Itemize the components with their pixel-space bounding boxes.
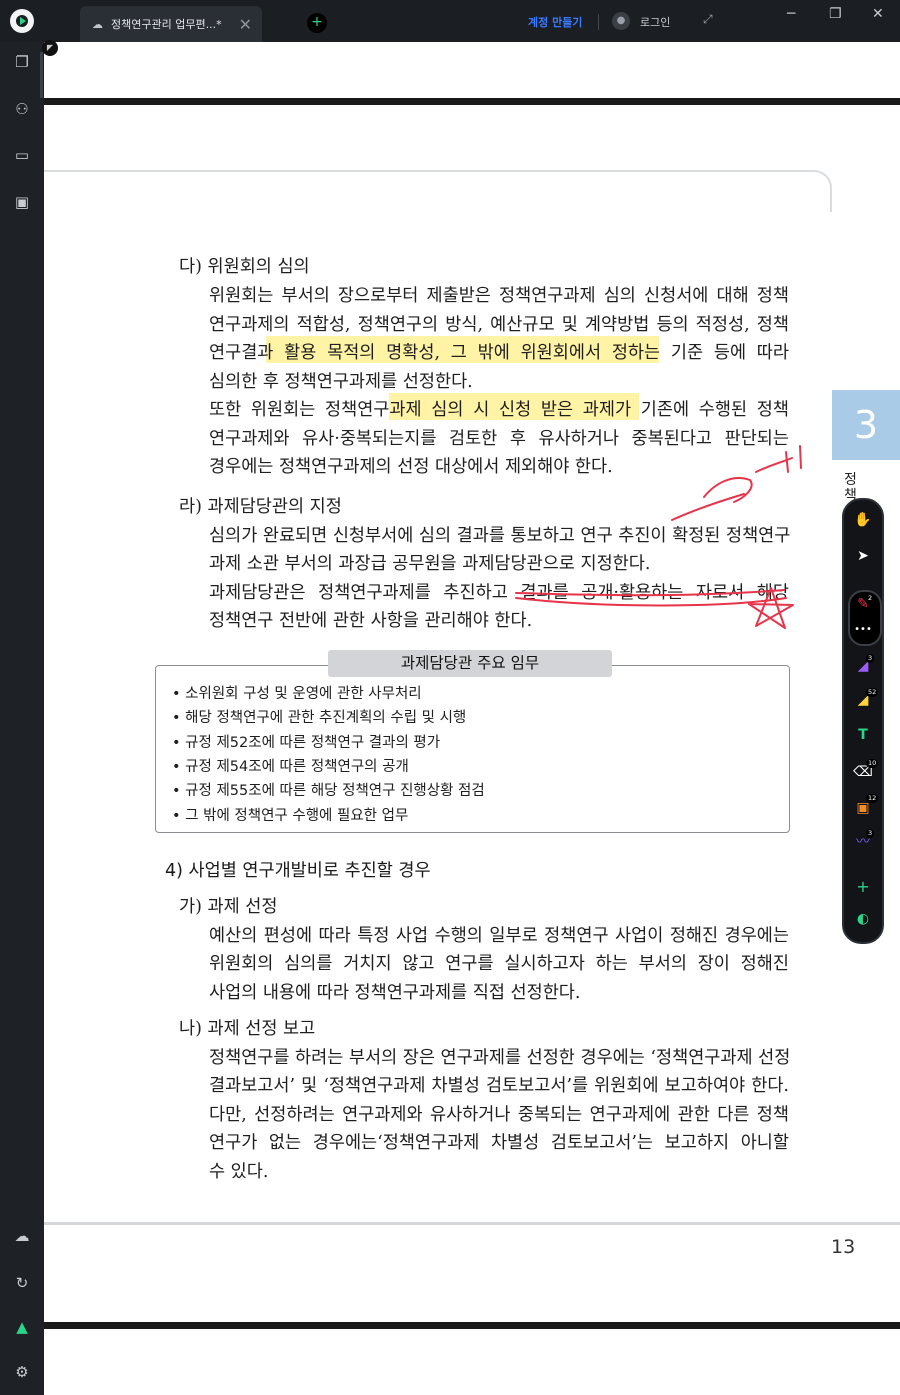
corner-toggle-icon[interactable]: ◤ — [42, 40, 58, 56]
cloud-sync-icon[interactable]: ☁ — [12, 1226, 32, 1246]
title-bar: ☁ 정책연구관리 업무편...* ✕ + 계정 만들기 ● 로그인 ⤢ ─ ❐ … — [0, 0, 900, 43]
annotation-stroke — [799, 445, 802, 469]
document-tab[interactable]: ☁ 정책연구관리 업무편...* ✕ — [80, 6, 262, 42]
more-options-icon[interactable]: ••• — [853, 620, 873, 640]
divider — [598, 14, 599, 30]
cloud-off-icon: ☁ — [92, 17, 103, 31]
tab-title: 정책연구관리 업무편...* — [111, 18, 222, 31]
minimize-button[interactable]: ─ — [787, 6, 795, 22]
annotation-stroke — [515, 589, 785, 597]
binoculars-icon[interactable]: ⚇ — [12, 99, 32, 119]
add-tool-button[interactable]: + — [853, 877, 873, 897]
login-button[interactable]: 로그인 — [640, 14, 670, 30]
textbox-badge: 12 — [866, 794, 879, 803]
close-window-button[interactable]: ✕ — [872, 6, 884, 22]
document-viewport[interactable]: 3 정책 다) 위원회의 심의 위원회는 부서의 장으로부터 제출받은 정책연구… — [44, 42, 900, 1395]
keyboard-icon[interactable]: ▭ — [12, 145, 32, 165]
tab-close-icon[interactable]: ✕ — [239, 15, 252, 34]
history-icon[interactable]: ↻ — [12, 1273, 32, 1293]
pointer-tool-icon[interactable]: ➤ — [853, 546, 873, 566]
annotation-stroke — [785, 451, 789, 473]
pen-annotations — [515, 445, 802, 629]
new-tab-button[interactable]: + — [307, 13, 327, 33]
create-account-link[interactable]: 계정 만들기 — [528, 14, 582, 30]
pen-badge: 2 — [866, 594, 875, 603]
highlighter-badge: 52 — [866, 688, 879, 697]
annotation-star — [748, 587, 794, 629]
play-icon — [16, 15, 28, 27]
pages-icon[interactable]: ❐ — [12, 52, 32, 72]
eraser-badge: 10 — [866, 759, 879, 768]
app-logo[interactable] — [10, 9, 34, 33]
app-toggle-icon[interactable]: ◐ — [853, 909, 873, 929]
drawing-toolbar: ✋ ➤ ✎ 2 ••• ◢ 3 ◢ 52 T ⌫ 10 ▣ 12 〰 3 + ◐ — [842, 498, 884, 944]
annotation-stroke — [515, 597, 787, 607]
left-sidebar: ❐ ⚇ ▭ ▣ ☁ ↻ ▲ ⚙ — [0, 42, 44, 1395]
graduation-icon[interactable]: ▲ — [12, 1317, 32, 1337]
expand-icon[interactable]: ⤢ — [703, 12, 713, 27]
save-icon[interactable]: ▣ — [12, 192, 32, 212]
hand-tool-icon[interactable]: ✋ — [853, 510, 873, 530]
lasso-badge: 3 — [866, 829, 875, 838]
maximize-button[interactable]: ❐ — [829, 6, 842, 22]
settings-icon[interactable]: ⚙ — [12, 1362, 32, 1382]
annotation-stroke — [671, 493, 745, 521]
active-indicator — [40, 52, 43, 98]
text-tool-icon[interactable]: T — [853, 725, 873, 745]
highlighter-badge: 3 — [866, 654, 875, 663]
user-icon[interactable]: ● — [612, 12, 630, 30]
